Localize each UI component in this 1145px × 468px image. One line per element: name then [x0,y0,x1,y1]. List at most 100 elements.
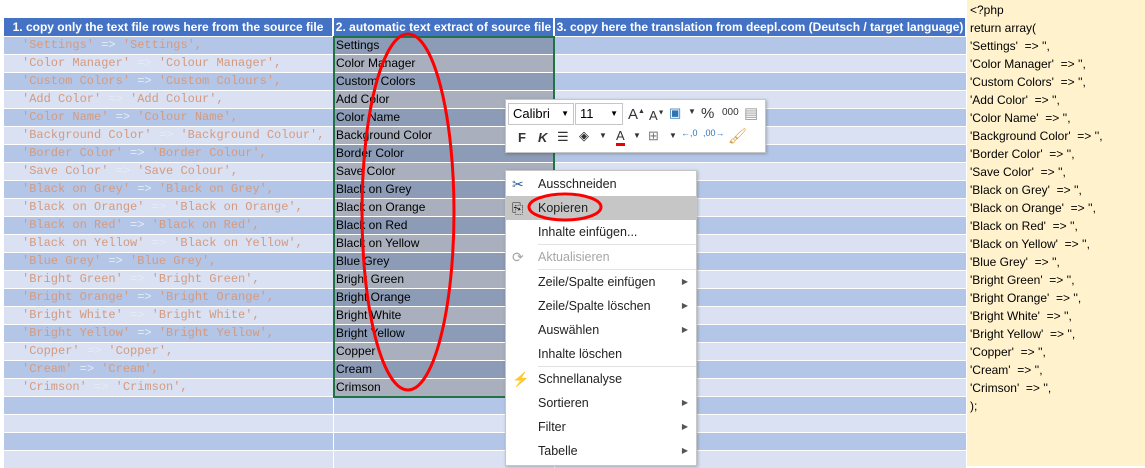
php-line[interactable]: 'Black on Orange' => '', [970,199,1145,217]
chevron-down-icon[interactable]: ▼ [688,107,696,116]
source-cell[interactable]: 'Color Name' => 'Colour Name', [4,109,334,126]
table-row: 'Black on Orange' => 'Black on Orange', B… [4,198,967,216]
php-line[interactable]: 'Border Color' => '', [970,145,1145,163]
source-key: 'Add Color' [22,92,102,106]
php-line[interactable]: 'Bright Yellow' => '', [970,325,1145,343]
menu-item-inhalte-einfügen[interactable]: Inhalte einfügen... [506,220,696,244]
php-line[interactable]: 'Custom Colors' => '', [970,73,1145,91]
php-line[interactable]: 'Black on Yellow' => '', [970,235,1145,253]
php-line[interactable]: 'Color Manager' => '', [970,55,1145,73]
source-cell[interactable]: 'Settings' => 'Settings', [4,37,334,54]
fill-color-icon[interactable]: ◈ [579,128,589,144]
source-cell[interactable]: 'Add Color' => 'Add Colour', [4,91,334,108]
source-cell[interactable] [4,433,334,450]
menu-item-sortieren[interactable]: Sortieren ▶ [506,391,696,415]
source-cell[interactable]: 'Cream' => 'Cream', [4,361,334,378]
menu-item-aktualisieren[interactable]: ⟳ Aktualisieren [506,245,696,269]
php-line[interactable]: 'Crimson' => '', [970,379,1145,397]
percent-icon[interactable]: % [701,105,714,122]
format-painter-icon[interactable]: 🖌 [728,127,747,145]
menu-item-filter[interactable]: Filter ▶ [506,415,696,439]
menu-item-tabelle[interactable]: Tabelle ▶ [506,439,696,463]
menu-item-auswählen[interactable]: Auswählen ▶ [506,318,696,342]
php-line[interactable]: 'Copper' => '', [970,343,1145,361]
source-cell[interactable] [4,415,334,432]
menu-item-zeile-spalte-löschen[interactable]: Zeile/Spalte löschen ▶ [506,294,696,318]
source-cell[interactable] [4,397,334,414]
php-line[interactable]: 'Settings' => '', [970,37,1145,55]
chevron-down-icon[interactable]: ▼ [633,131,641,140]
table-row: 'Black on Grey' => 'Black on Grey', Black… [4,180,967,198]
decrease-font-icon[interactable]: A▼ [649,108,665,123]
menu-item-zeile-spalte-einfügen[interactable]: Zeile/Spalte einfügen ▶ [506,270,696,294]
php-line[interactable]: 'Bright Orange' => '', [970,289,1145,307]
merge-cells-icon[interactable]: ▤ [744,104,758,122]
font-size-dropdown[interactable]: 11 ▼ [575,103,623,125]
font-color-icon[interactable]: A [616,128,625,146]
php-line[interactable]: 'Bright White' => '', [970,307,1145,325]
php-line[interactable]: 'Cream' => '', [970,361,1145,379]
source-cell[interactable]: 'Border Color' => 'Border Colour', [4,145,334,162]
source-cell[interactable]: 'Custom Colors' => 'Custom Colours', [4,73,334,90]
menu-item-label: Inhalte einfügen... [538,225,638,239]
extract-cell[interactable]: Custom Colors [334,73,555,90]
borders-icon[interactable]: ⊞ [648,128,659,144]
source-cell[interactable]: 'Black on Yellow' => 'Black on Yellow', [4,235,334,252]
font-name-dropdown[interactable]: Calibri ▼ [508,103,574,125]
arrow-operator: => [101,38,116,52]
menu-item-ausschneiden[interactable]: ✂ Ausschneiden [506,172,696,196]
arrow-operator: => [108,254,123,268]
php-line[interactable]: 'Save Color' => '', [970,163,1145,181]
source-cell[interactable]: 'Copper' => 'Copper', [4,343,334,360]
source-cell[interactable]: 'Background Color' => 'Background Colour… [4,127,334,144]
php-line[interactable]: ); [970,397,1145,415]
php-line[interactable]: <?php [970,1,1145,19]
translation-cell[interactable] [555,37,967,54]
bold-button[interactable]: F [518,130,526,145]
source-cell[interactable] [4,451,334,468]
source-cell[interactable]: 'Black on Orange' => 'Black on Orange', [4,199,334,216]
source-cell[interactable]: 'Bright Orange' => 'Bright Orange', [4,289,334,306]
menu-item-kopieren[interactable]: ⎘ Kopieren [506,196,696,220]
header-col-2[interactable]: 2. automatic text extract of source file [334,18,555,36]
align-center-icon[interactable]: ☰ [557,129,569,145]
php-line[interactable]: 'Background Color' => '', [970,127,1145,145]
header-col-1[interactable]: 1. copy only the text file rows here fro… [4,18,334,36]
source-cell[interactable]: 'Blue Grey' => 'Blue Grey', [4,253,334,270]
table-row: 'Bright Yellow' => 'Bright Yellow', Brigh… [4,324,967,342]
source-cell[interactable]: 'Color Manager' => 'Colour Manager', [4,55,334,72]
php-line[interactable]: 'Bright Green' => '', [970,271,1145,289]
italic-button[interactable]: K [538,130,547,145]
source-cell[interactable]: 'Black on Red' => 'Black on Red', [4,217,334,234]
php-line[interactable]: 'Add Color' => '', [970,91,1145,109]
accounting-format-icon[interactable]: ▣ [669,105,681,121]
menu-item-schnellanalyse[interactable]: ⚡ Schnellanalyse [506,367,696,391]
source-cell[interactable]: 'Bright Yellow' => 'Bright Yellow', [4,325,334,342]
source-cell[interactable]: 'Bright Green' => 'Bright Green', [4,271,334,288]
php-line[interactable]: return array( [970,19,1145,37]
translation-cell[interactable] [555,55,967,72]
php-line[interactable]: 'Color Name' => '', [970,109,1145,127]
php-line[interactable]: 'Blue Grey' => '', [970,253,1145,271]
extract-cell[interactable]: Settings [334,37,555,54]
decrease-decimal-icon[interactable]: ,00→ [703,128,725,138]
source-cell[interactable]: 'Save Color' => 'Save Colour', [4,163,334,180]
source-cell[interactable]: 'Crimson' => 'Crimson', [4,379,334,396]
chevron-down-icon[interactable]: ▼ [669,131,677,140]
menu-item-inhalte-löschen[interactable]: Inhalte löschen [506,342,696,366]
thousands-separator-icon[interactable]: 000 [722,107,739,118]
menu-item-label: Filter [538,420,566,434]
translation-cell[interactable] [555,73,967,90]
increase-font-icon[interactable]: A▲ [628,106,645,123]
chevron-down-icon[interactable]: ▼ [599,131,607,140]
source-key: 'Color Name' [22,110,109,124]
source-cell[interactable]: 'Bright White' => 'Bright White', [4,307,334,324]
source-key: 'Custom Colors' [22,74,131,88]
php-line[interactable]: 'Black on Red' => '', [970,217,1145,235]
header-col-3[interactable]: 3. copy here the translation from deepl.… [555,18,967,36]
increase-decimal-icon[interactable]: ←,0 [681,128,698,138]
arrow-operator: => [130,218,145,232]
extract-cell[interactable]: Color Manager [334,55,555,72]
php-line[interactable]: 'Black on Grey' => '', [970,181,1145,199]
source-cell[interactable]: 'Black on Grey' => 'Black on Grey', [4,181,334,198]
